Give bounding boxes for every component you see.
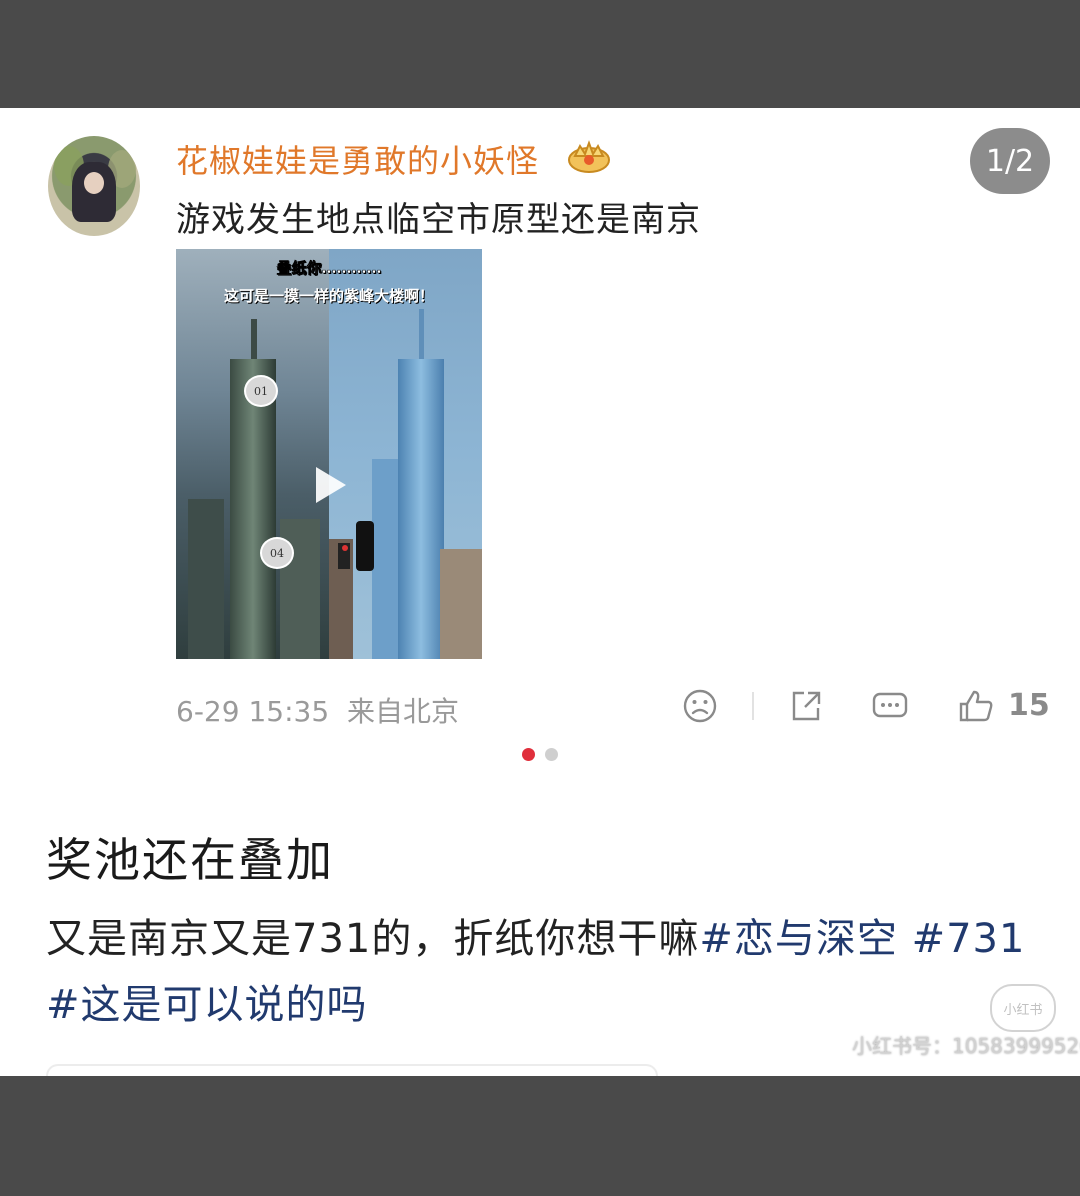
comment-button[interactable] — [870, 686, 910, 726]
comment-icon — [872, 692, 908, 718]
carousel-dot-active[interactable] — [522, 748, 535, 761]
post-source: 来自北京 — [346, 695, 459, 728]
like-button[interactable] — [956, 686, 996, 726]
article-title: 奖池还在叠加 — [46, 833, 334, 887]
hashtag-link[interactable]: #恋与深空 — [699, 916, 898, 962]
avatar[interactable] — [48, 136, 140, 236]
video-caption-line1: 叠纸你………… — [276, 259, 382, 278]
video-caption-line2: 这可是一摸一样的紫峰大楼啊！ — [223, 287, 434, 305]
thumbs-up-icon — [959, 690, 993, 722]
share-button[interactable] — [786, 686, 826, 726]
top-dark-bar — [0, 0, 1080, 108]
action-divider — [752, 692, 754, 720]
screenshot-content: 花椒娃娃是勇敢的小妖怪 1/2 游戏发生地点临空市原型还是南京 叠纸你………… … — [0, 108, 1080, 1076]
dislike-button[interactable] — [680, 686, 720, 726]
hashtag-link[interactable]: #这是可以说的吗 — [46, 982, 368, 1028]
post-time: 6-29 15:35 — [176, 695, 330, 728]
video-thumbnail[interactable]: 叠纸你………… 这可是一摸一样的紫峰大楼啊！ 01 04 — [176, 249, 482, 659]
post-text: 游戏发生地点临空市原型还是南京 — [176, 200, 701, 240]
hashtag-link[interactable]: #731 — [898, 916, 1026, 962]
crown-badge-icon — [568, 140, 610, 173]
article-body-line2: #这是可以说的吗 — [46, 972, 368, 1030]
post-meta: 6-29 15:35 来自北京 — [176, 690, 459, 730]
article-body-text: 又是南京又是731的，折纸你想干嘛 — [46, 916, 700, 962]
share-icon — [792, 691, 821, 721]
like-count: 15 — [1008, 688, 1050, 723]
play-icon[interactable] — [316, 467, 346, 503]
page-indicator: 1/2 — [970, 128, 1050, 194]
article-body-line1: 又是南京又是731的，折纸你想干嘛#恋与深空 #731 — [46, 906, 1025, 964]
bottom-dark-bar — [0, 1076, 1080, 1196]
carousel-dot[interactable] — [545, 748, 558, 761]
watermark-logo: 小红书 — [990, 984, 1056, 1032]
video-marker-1: 01 — [244, 375, 278, 407]
watermark-text: 小红书号：10583999526 — [852, 1034, 1080, 1058]
dislike-face-icon — [683, 689, 717, 723]
video-marker-2: 04 — [260, 537, 294, 569]
next-card-edge — [46, 1064, 658, 1076]
username[interactable]: 花椒娃娃是勇敢的小妖怪 — [176, 136, 539, 182]
